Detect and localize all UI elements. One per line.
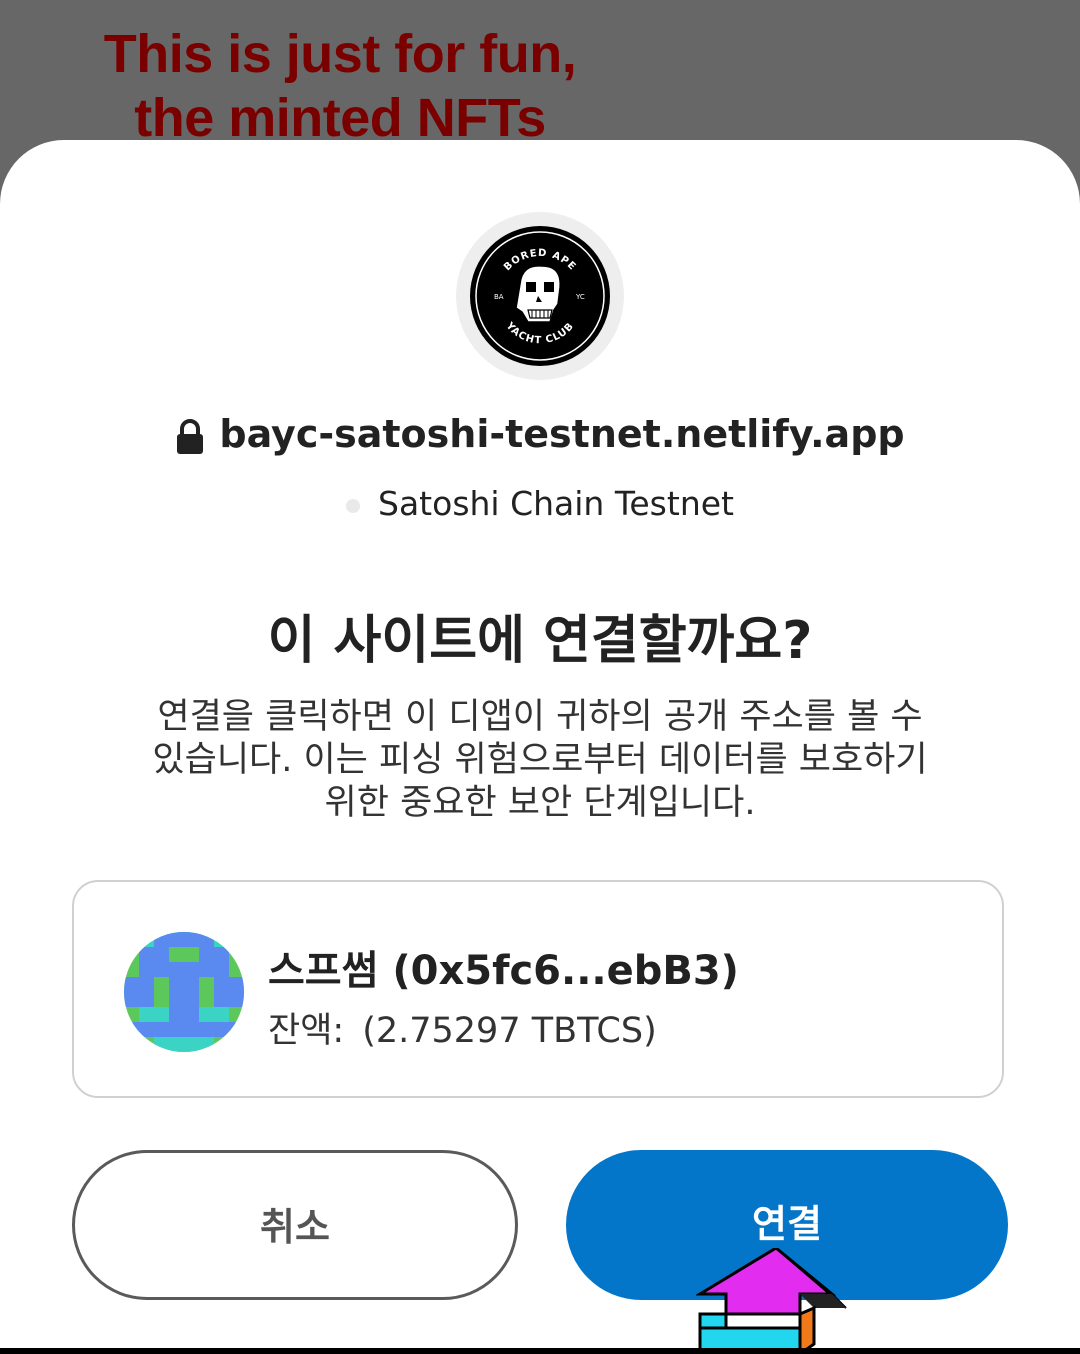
bottom-edge <box>0 1348 1080 1354</box>
connect-question: 이 사이트에 연결할까요? <box>267 611 813 671</box>
balance-label: 잔액: <box>268 1011 345 1051</box>
description-line: 있습니다. 이는 피싱 위험으로부터 데이터를 보호하기 <box>152 740 928 780</box>
connect-description: 연결을 클릭하면 이 디앱이 귀하의 공개 주소를 볼 수 있습니다. 이는 피… <box>100 696 980 825</box>
skull-icon <box>515 265 561 323</box>
logo-right-text: YC <box>575 293 585 301</box>
description-line: 연결을 클릭하면 이 디앱이 귀하의 공개 주소를 볼 수 <box>157 697 923 737</box>
account-balance: 잔액: (2.75297 TBTCS) <box>268 1002 657 1053</box>
overlay-caption-line1: This is just for fun, <box>103 24 577 84</box>
account-avatar <box>124 932 244 1052</box>
balance-value: (2.75297 TBTCS) <box>362 1011 657 1051</box>
logo-left-text: BA <box>494 293 504 301</box>
description-line: 위한 중요한 보안 단계입니다. <box>324 783 756 823</box>
network-status-dot <box>346 498 361 513</box>
lock-icon <box>177 418 204 454</box>
account-name: 스프썸 (0x5fc6...ebB3) <box>268 948 739 994</box>
account-card[interactable]: 스프썸 (0x5fc6...ebB3) 잔액: (2.75297 TBTCS) <box>72 880 1004 1098</box>
network-label: Satoshi Chain Testnet <box>0 484 1080 523</box>
site-domain-text: bayc-satoshi-testnet.netlify.app <box>219 412 905 456</box>
overlay-caption: This is just for fun, the minted NFTs <box>0 22 680 150</box>
pointer-arrow-icon <box>696 1248 847 1354</box>
bayc-logo: BORED APE YACHT CLUB BA YC <box>470 226 610 366</box>
site-domain: bayc-satoshi-testnet.netlify.app <box>0 412 1080 456</box>
cancel-button[interactable]: 취소 <box>72 1150 518 1300</box>
network-name: Satoshi Chain Testnet <box>378 484 734 523</box>
